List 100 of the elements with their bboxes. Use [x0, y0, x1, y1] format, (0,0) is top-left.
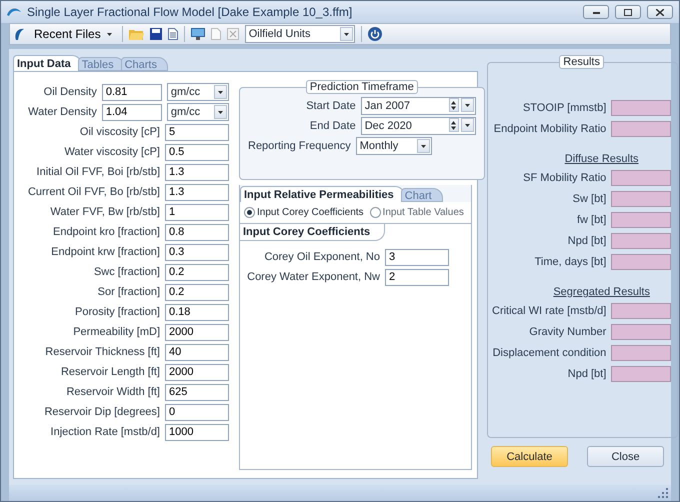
input-field[interactable]: 2000 — [165, 364, 229, 380]
unit-dropdown[interactable]: gm/cc — [166, 103, 229, 121]
result-label: Sw [bt] — [572, 192, 606, 204]
input-field[interactable]: 0.18 — [165, 304, 229, 320]
resize-grip-icon[interactable] — [657, 487, 669, 499]
field-label: Water Density — [27, 106, 97, 118]
dropdown-arrow-icon — [464, 124, 470, 126]
input-field[interactable]: 1000 — [165, 424, 229, 440]
dropdown-arrow-icon — [218, 90, 223, 94]
input-field[interactable]: 1.3 — [165, 164, 229, 180]
save-icon[interactable] — [150, 28, 162, 40]
result-field — [611, 232, 672, 248]
result-label: Endpoint Mobility Ratio — [494, 122, 606, 134]
input-field[interactable]: 0.5 — [165, 144, 229, 160]
result-field — [611, 324, 672, 340]
result-label: Gravity Number — [529, 326, 606, 338]
field-label: Swc [fraction] — [94, 266, 160, 278]
close-icon — [656, 8, 664, 16]
result-field — [611, 120, 672, 136]
date-picker[interactable]: Dec 2020 — [360, 117, 476, 135]
calculate-button[interactable]: Calculate — [491, 446, 568, 467]
field-label: Oil Density — [42, 86, 97, 98]
input-field[interactable]: 2000 — [165, 324, 229, 340]
input-field[interactable]: 0.8 — [165, 224, 229, 240]
dropdown-arrow-icon — [218, 110, 223, 114]
minimize-icon — [592, 10, 600, 14]
section-heading: Segregated Results — [553, 286, 650, 298]
section-heading: Diffuse Results — [564, 153, 639, 165]
spin-arrows-icon — [451, 120, 456, 130]
result-label: Time, days [bt] — [534, 256, 606, 268]
app-logo-icon — [14, 28, 24, 40]
field-label: Corey Oil Exponent, No — [264, 251, 380, 263]
tab[interactable]: Input Relative Permeabilities — [240, 186, 405, 202]
result-field — [611, 366, 672, 382]
field-label: End Date — [310, 120, 356, 132]
dropdown-arrow-icon — [106, 32, 112, 36]
tab[interactable]: Input Data — [13, 55, 82, 71]
close-button[interactable]: Close — [587, 446, 664, 467]
result-label: Npd [bt] — [568, 368, 606, 380]
app-logo-icon — [7, 7, 21, 17]
field-label: Start Date — [306, 100, 356, 112]
result-field — [611, 170, 672, 186]
input-field[interactable]: 2 — [385, 268, 449, 286]
field-label: Reporting Frequency — [248, 140, 351, 152]
result-label: fw [bt] — [576, 214, 606, 226]
input-field[interactable]: 1.3 — [165, 184, 229, 200]
radio-option[interactable]: Input Table Values — [370, 207, 464, 218]
frequency-dropdown[interactable]: Monthly — [356, 137, 432, 155]
maximize-button[interactable] — [615, 5, 641, 19]
field-label: Water viscosity [cP] — [64, 146, 160, 158]
group-title: Prediction Timeframe — [306, 80, 418, 94]
field-label: Water FVF, Bw [rb/stb] — [50, 206, 160, 218]
field-label: Reservoir Dip [degrees] — [44, 406, 160, 418]
unit-dropdown[interactable]: gm/cc — [166, 83, 229, 101]
document-icon[interactable] — [168, 28, 178, 40]
input-field[interactable]: 5 — [165, 124, 229, 140]
field-label: Reservoir Length [ft] — [60, 366, 160, 378]
monitor-icon[interactable] — [190, 28, 205, 40]
result-field — [611, 100, 672, 116]
radio-option[interactable]: Input Corey Coefficients — [244, 207, 364, 218]
recent-files-button[interactable]: Recent Files — [30, 27, 116, 41]
window-title: Single Layer Fractional Flow Model [Dake Example 10_3.ffm] — [27, 5, 354, 19]
field-label: Sor [fraction] — [98, 286, 160, 298]
field-label: Reservoir Thickness [ft] — [45, 346, 160, 358]
result-field — [611, 254, 672, 270]
input-field[interactable]: 0.2 — [165, 264, 229, 280]
input-field[interactable]: 625 — [165, 384, 229, 400]
date-picker[interactable]: Jan 2007 — [360, 97, 476, 115]
dropdown-arrow-icon — [420, 144, 426, 148]
field-label: Current Oil FVF, Bo [rb/stb] — [28, 186, 160, 198]
close-button[interactable] — [647, 5, 673, 19]
field-label: Corey Water Exponent, Nw — [247, 271, 380, 283]
result-field — [611, 302, 672, 318]
result-label: Npd [bt] — [568, 234, 606, 246]
result-field — [611, 344, 672, 360]
units-dropdown[interactable]: Oilfield Units — [244, 25, 355, 43]
field-label: Endpoint kro [fraction] — [52, 226, 160, 238]
field-label: Endpoint krw [fraction] — [51, 246, 160, 258]
spin-arrows-icon — [451, 100, 456, 110]
field-label: Injection Rate [mstb/d] — [50, 426, 160, 438]
field-label: Permeability [mD] — [73, 326, 160, 338]
result-label: SF Mobility Ratio — [523, 172, 606, 184]
result-label: Critical WI rate [mstb/d] — [492, 304, 606, 316]
input-field[interactable]: 1 — [165, 204, 229, 220]
dropdown-arrow-icon — [344, 32, 349, 36]
input-field[interactable]: 0.2 — [165, 284, 229, 300]
minimize-button[interactable] — [583, 5, 609, 19]
result-field — [611, 212, 672, 228]
input-field[interactable]: 0 — [165, 404, 229, 420]
group-title: Results — [559, 55, 604, 69]
dropdown-arrow-icon — [464, 104, 470, 106]
input-field[interactable]: 1.04 — [102, 104, 162, 120]
result-label: STOOIP [mmstb] — [522, 102, 606, 114]
input-field[interactable]: 40 — [165, 344, 229, 360]
input-field[interactable]: 3 — [385, 248, 449, 266]
field-label: Porosity [fraction] — [75, 306, 160, 318]
input-field[interactable]: 0.81 — [102, 84, 162, 100]
field-label: Initial Oil FVF, Boi [rb/stb] — [36, 166, 160, 178]
input-field[interactable]: 0.3 — [165, 244, 229, 260]
power-icon[interactable] — [368, 27, 382, 41]
